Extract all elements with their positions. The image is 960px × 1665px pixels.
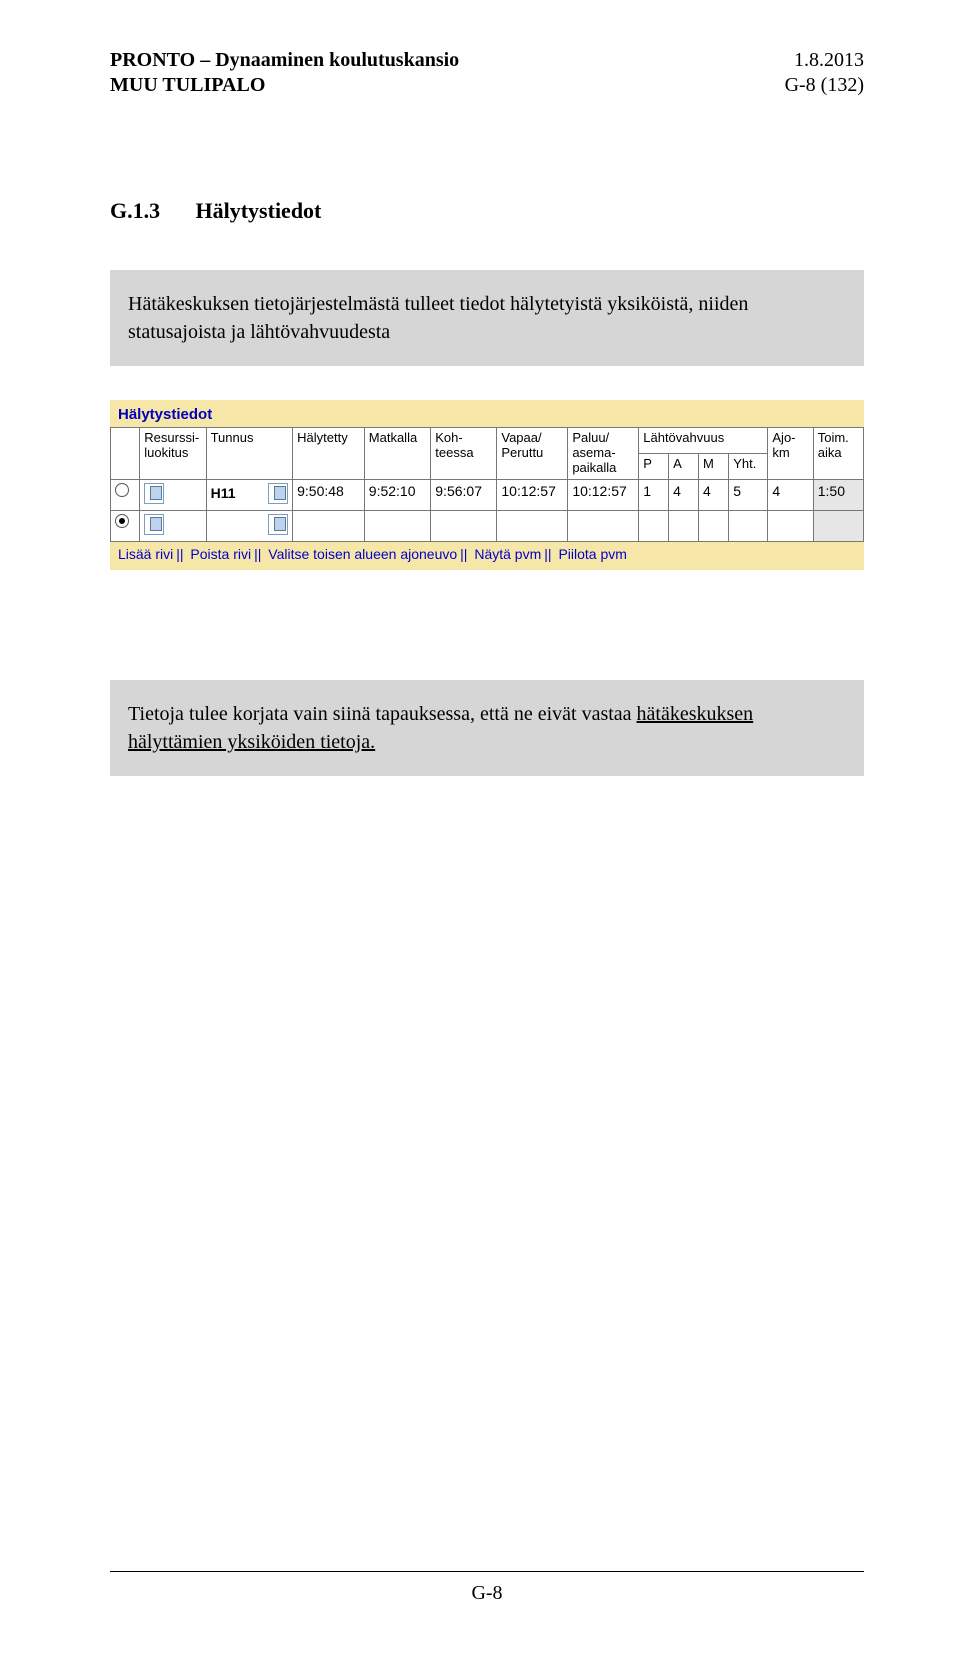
lead-paragraph: Hätäkeskuksen tietojärjestelmästä tullee…: [110, 270, 864, 366]
doc-date: 1.8.2013: [785, 48, 864, 73]
col-halytetty: Hälytetty: [293, 428, 365, 480]
panel-action-links: Lisää rivi|| Poista rivi|| Valitse toise…: [110, 542, 864, 562]
alert-table: Resurssi- luokitus Tunnus Hälytetty Matk…: [110, 427, 864, 542]
link-hide-date[interactable]: Piilota pvm: [558, 546, 626, 562]
cell-vapaa[interactable]: [497, 510, 568, 541]
cell-m[interactable]: [698, 510, 728, 541]
footer-divider: [110, 1571, 864, 1572]
col-m: M: [698, 453, 728, 479]
row-radio[interactable]: [115, 514, 129, 528]
cell-halytetty[interactable]: [293, 510, 365, 541]
table-row: H11 9:50:48 9:52:10 9:56:07 10:12:57 10:…: [111, 479, 864, 510]
cell-yht[interactable]: [729, 510, 768, 541]
cell-ajokm[interactable]: [768, 510, 813, 541]
cell-p[interactable]: 1: [639, 479, 669, 510]
col-vapaa: Vapaa/ Peruttu: [497, 428, 568, 480]
col-p: P: [639, 453, 669, 479]
cell-kohteessa[interactable]: [431, 510, 497, 541]
link-show-date[interactable]: Näytä pvm: [474, 546, 541, 562]
col-kohteessa: Koh- teessa: [431, 428, 497, 480]
cell-paluu[interactable]: [568, 510, 639, 541]
section-number: G.1.3: [110, 198, 190, 224]
resurssi-select[interactable]: [144, 483, 164, 504]
col-toimaika: Toim. aika: [813, 428, 863, 480]
cell-ajokm[interactable]: 4: [768, 479, 813, 510]
link-select-other-area[interactable]: Valitse toisen alueen ajoneuvo: [268, 546, 457, 562]
col-tunnus: Tunnus: [206, 428, 293, 480]
col-paluu: Paluu/ asema- paikalla: [568, 428, 639, 480]
alert-data-panel: Hälytystiedot Resurssi- luokitus Tunnus …: [110, 400, 864, 570]
col-ajokm: Ajo- km: [768, 428, 813, 480]
row-radio[interactable]: [115, 483, 129, 497]
doc-pageref: G-8 (132): [785, 73, 864, 98]
section-heading: G.1.3 Hälytystiedot: [110, 198, 864, 224]
section-title-text: Hälytystiedot: [196, 198, 322, 223]
tunnus-value: H11: [211, 485, 267, 501]
cell-halytetty[interactable]: 9:50:48: [293, 479, 365, 510]
cell-p[interactable]: [639, 510, 669, 541]
note-text-pre: Tietoja tulee korjata vain siinä tapauks…: [128, 703, 637, 725]
col-yht: Yht.: [729, 453, 768, 479]
cell-vapaa[interactable]: 10:12:57: [497, 479, 568, 510]
col-a: A: [669, 453, 699, 479]
tunnus-select[interactable]: [268, 483, 288, 504]
cell-m[interactable]: 4: [698, 479, 728, 510]
resurssi-select[interactable]: [144, 514, 164, 535]
cell-a[interactable]: [669, 510, 699, 541]
link-delete-row[interactable]: Poista rivi: [190, 546, 251, 562]
col-lahtovahvuus: Lähtövahvuus: [639, 428, 768, 454]
cell-matkalla[interactable]: [364, 510, 430, 541]
cell-toimaika: 1:50: [813, 479, 863, 510]
cell-yht[interactable]: 5: [729, 479, 768, 510]
note-paragraph: Tietoja tulee korjata vain siinä tapauks…: [110, 680, 864, 776]
cell-paluu[interactable]: 10:12:57: [568, 479, 639, 510]
col-resurssi: Resurssi- luokitus: [140, 428, 206, 480]
doc-title-2: MUU TULIPALO: [110, 73, 459, 98]
cell-kohteessa[interactable]: 9:56:07: [431, 479, 497, 510]
cell-matkalla[interactable]: 9:52:10: [364, 479, 430, 510]
col-matkalla: Matkalla: [364, 428, 430, 480]
footer-page-number: G-8: [110, 1582, 864, 1605]
link-add-row[interactable]: Lisää rivi: [118, 546, 173, 562]
doc-title-1: PRONTO – Dynaaminen koulutuskansio: [110, 48, 459, 73]
page-footer: G-8: [110, 1571, 864, 1605]
table-row: [111, 510, 864, 541]
page-header: PRONTO – Dynaaminen koulutuskansio MUU T…: [110, 48, 864, 98]
tunnus-select[interactable]: [268, 514, 288, 535]
col-select: [111, 428, 140, 480]
panel-title: Hälytystiedot: [110, 402, 864, 427]
cell-a[interactable]: 4: [669, 479, 699, 510]
cell-toimaika: [813, 510, 863, 541]
